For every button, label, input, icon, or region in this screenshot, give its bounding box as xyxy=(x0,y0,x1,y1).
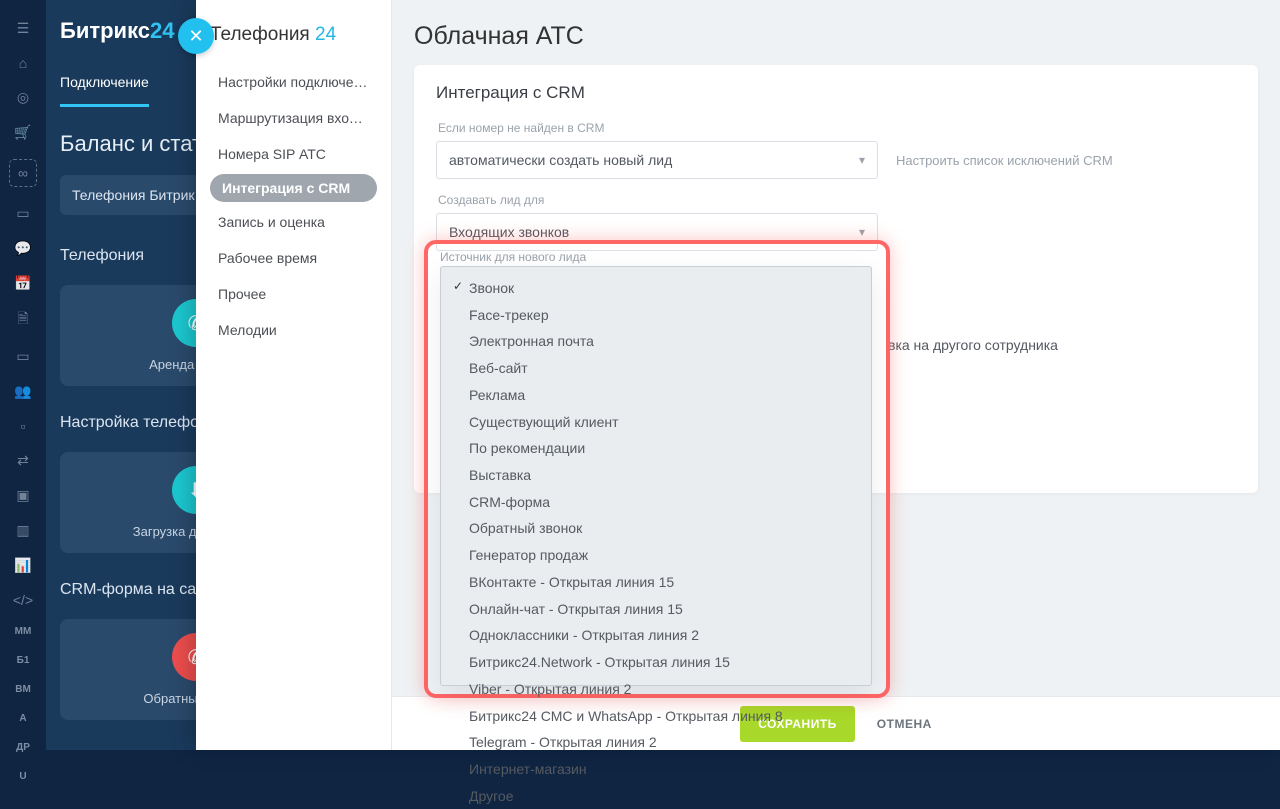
active-module-indicator[interactable]: ∞ xyxy=(9,159,37,187)
rail-dr[interactable]: ДР xyxy=(16,742,30,753)
people-icon[interactable]: 👥 xyxy=(13,383,33,400)
rail-bm[interactable]: BM xyxy=(15,684,31,695)
select-create-lead-for[interactable]: Входящих звонков ▾ xyxy=(436,213,878,251)
page-title: Облачная АТС xyxy=(414,22,1258,51)
dropdown-option[interactable]: Веб-сайт xyxy=(453,355,859,382)
dropdown-option[interactable]: По рекомендации xyxy=(453,435,859,462)
dropdown-option[interactable]: Генератор продаж xyxy=(453,542,859,569)
target-icon[interactable]: ◎ xyxy=(13,89,33,106)
transfer-icon[interactable]: ⇄ xyxy=(13,452,33,469)
rail-b1[interactable]: Б1 xyxy=(17,655,30,666)
field-lead-source-label: Источник для нового лида xyxy=(440,250,586,264)
rail-u[interactable]: U xyxy=(19,771,26,782)
dropdown-option[interactable]: Электронная почта xyxy=(453,328,859,355)
home-icon[interactable]: ⌂ xyxy=(13,55,33,71)
rail-mm[interactable]: MM xyxy=(15,626,32,637)
field-create-lead-label: Создавать лид для xyxy=(438,193,1236,207)
select-value: автоматически создать новый лид xyxy=(449,152,672,168)
link-exclusions[interactable]: Настроить список исключений CRM xyxy=(896,153,1113,168)
subnav-item[interactable]: Запись и оценка xyxy=(210,206,377,238)
dropdown-option[interactable]: Интернет-магазин xyxy=(453,756,859,783)
overlay-sidebar: Телефония 24 Настройки подключения Маршру… xyxy=(196,0,392,750)
badge-icon[interactable]: ▫ xyxy=(13,418,33,434)
dropdown-option[interactable]: Битрикс24 СМС и WhatsApp - Открытая лини… xyxy=(453,703,859,730)
brand-name: Битрикс xyxy=(60,18,150,43)
code-icon[interactable]: </> xyxy=(13,592,33,608)
book-icon[interactable]: ▥ xyxy=(13,522,33,539)
chevron-down-icon: ▾ xyxy=(859,225,865,239)
rail-a[interactable]: A xyxy=(19,713,26,724)
dropdown-option[interactable]: Выставка xyxy=(453,462,859,489)
dropdown-option[interactable]: Одноклассники - Открытая линия 2 xyxy=(453,622,859,649)
dropdown-option[interactable]: Звонок xyxy=(453,275,859,302)
menu-icon[interactable]: ☰ xyxy=(13,20,33,37)
dropdown-option[interactable]: CRM-форма xyxy=(453,489,859,516)
subnav-item[interactable]: Маршрутизация входящ… xyxy=(210,102,377,134)
select-not-found-action[interactable]: автоматически создать новый лид ▾ xyxy=(436,141,878,179)
dropdown-option[interactable]: Другое xyxy=(453,783,859,809)
subnav-item[interactable]: Рабочее время xyxy=(210,242,377,274)
subnav-item[interactable]: Интеграция с CRM xyxy=(210,174,377,202)
dropdown-option[interactable]: ВКонтакте - Открытая линия 15 xyxy=(453,569,859,596)
overlay-title: Телефония 24 xyxy=(210,24,377,46)
dropdown-lead-source[interactable]: ЗвонокFace-трекерЭлектронная почтаВеб-са… xyxy=(440,266,872,686)
close-icon: ✕ xyxy=(188,26,203,47)
chat-icon[interactable]: 💬 xyxy=(13,240,33,257)
dropdown-option[interactable]: Онлайн-чат - Открытая линия 15 xyxy=(453,596,859,623)
cart-icon[interactable]: 🛒 xyxy=(13,124,33,141)
dropdown-option[interactable]: Face-трекер xyxy=(453,302,859,329)
link-icon: ∞ xyxy=(13,163,33,183)
subnav-item[interactable]: Мелодии xyxy=(210,314,377,346)
brand: Битрикс24 xyxy=(60,18,175,44)
dropdown-option[interactable]: Битрикс24.Network - Открытая линия 15 xyxy=(453,649,859,676)
document-icon[interactable]: 🗎 xyxy=(13,310,33,330)
subnav-item[interactable]: Настройки подключения xyxy=(210,66,377,98)
chart-icon[interactable]: 📊 xyxy=(13,557,33,574)
android-icon[interactable]: ▣ xyxy=(13,487,33,504)
cancel-button[interactable]: ОТМЕНА xyxy=(877,717,932,731)
subnav-item[interactable]: Номера SIP АТС xyxy=(210,138,377,170)
card-icon[interactable]: ▭ xyxy=(13,205,33,222)
card-title: Интеграция с CRM xyxy=(436,83,1236,103)
tab-connection[interactable]: Подключение xyxy=(60,60,149,107)
select-value: Входящих звонков xyxy=(449,224,569,240)
overlay-subnav: Настройки подключения Маршрутизация входя… xyxy=(210,66,377,346)
dropdown-option[interactable]: Реклама xyxy=(453,382,859,409)
truncated-row-text: вка на другого сотрудника xyxy=(888,337,1236,353)
overlay-title-b: 24 xyxy=(315,24,336,45)
dropdown-option[interactable]: Существующий клиент xyxy=(453,409,859,436)
nav-rail: ☰ ⌂ ◎ 🛒 ∞ ▭ 💬 📅 🗎 ▭ 👥 ▫ ⇄ ▣ ▥ 📊 </> MM Б… xyxy=(0,0,46,750)
dropdown-option[interactable]: Viber - Открытая линия 2 xyxy=(453,676,859,703)
overlay-title-a: Телефония xyxy=(210,24,315,45)
dropdown-option[interactable]: Обратный звонок xyxy=(453,515,859,542)
brand-suffix: 24 xyxy=(150,18,174,43)
field-not-found-label: Если номер не найден в CRM xyxy=(438,121,1236,135)
chevron-down-icon: ▾ xyxy=(859,153,865,167)
subnav-item[interactable]: Прочее xyxy=(210,278,377,310)
dropdown-option[interactable]: Telegram - Открытая линия 2 xyxy=(453,729,859,756)
close-button[interactable]: ✕ xyxy=(178,18,214,54)
wallet-icon[interactable]: ▭ xyxy=(13,348,33,365)
calendar-icon[interactable]: 📅 xyxy=(13,275,33,292)
